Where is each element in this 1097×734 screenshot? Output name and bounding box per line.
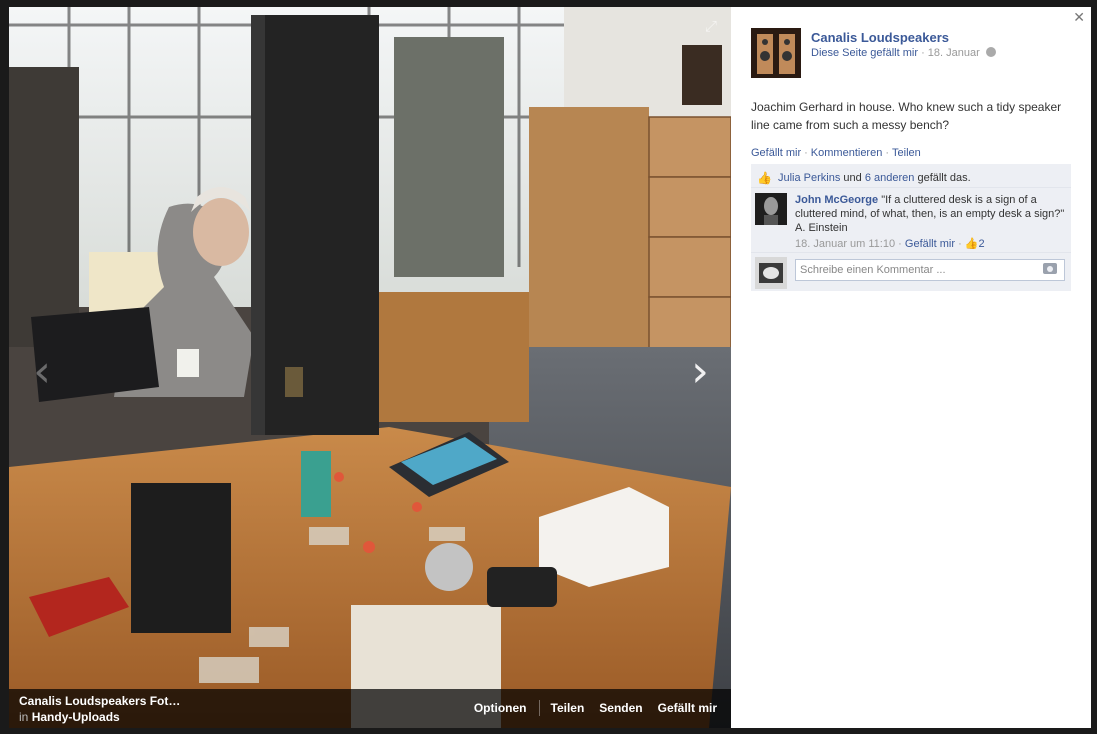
options-button[interactable]: Optionen xyxy=(474,701,527,715)
liker-link[interactable]: Julia Perkins xyxy=(778,172,840,184)
comment-composer xyxy=(751,253,1071,291)
globe-icon xyxy=(985,47,996,57)
comment-meta: 18. Januar um 11:10 · Gefällt mir · 👍2 xyxy=(795,237,1065,251)
album-link[interactable]: Handy-Uploads xyxy=(32,710,120,724)
page-name-link[interactable]: Canalis Loudspeakers xyxy=(811,30,949,45)
post-action-links: Gefällt mir · Kommentieren · Teilen xyxy=(751,147,921,159)
caption-bar: Canalis Loudspeakers Fot… in Handy-Uploa… xyxy=(9,689,731,728)
photo-owner-link[interactable]: Canalis Loudspeakers Fot… xyxy=(19,694,209,708)
caption-info: Canalis Loudspeakers Fot… in Handy-Uploa… xyxy=(19,694,209,724)
user-photo xyxy=(755,257,787,289)
action-separator: · xyxy=(885,147,890,159)
feedback-box: 👍 Julia Perkins und 6 anderen gefällt da… xyxy=(751,164,1071,291)
comment-like-link[interactable]: Gefällt mir xyxy=(905,238,955,250)
photo-viewer: ⤢ ‹ › Canalis Loudspeakers Fot… in Handy… xyxy=(9,7,1091,728)
post-text: Joachim Gerhard in house. Who knew such … xyxy=(751,100,1062,132)
close-icon[interactable]: ✕ xyxy=(1073,10,1085,26)
send-button[interactable]: Senden xyxy=(599,701,642,715)
post-like-link[interactable]: Gefällt mir xyxy=(751,147,801,159)
camera-icon[interactable] xyxy=(1043,263,1057,274)
thumbs-up-icon: 👍 xyxy=(964,238,979,250)
comment-author-link[interactable]: John McGeorge xyxy=(795,194,878,206)
comment-time[interactable]: 18. Januar um 11:10 xyxy=(795,238,895,250)
post-share-link[interactable]: Teilen xyxy=(892,147,921,159)
photo-actions: Optionen Teilen Senden Gefällt mir xyxy=(474,700,717,716)
comment-input[interactable] xyxy=(795,259,1065,281)
commenter-photo xyxy=(755,193,787,225)
meta-separator: · xyxy=(958,238,962,250)
chevron-right-icon[interactable]: › xyxy=(683,347,717,397)
post-comment-link[interactable]: Kommentieren xyxy=(811,147,883,159)
photo-stage[interactable]: ⤢ ‹ › Canalis Loudspeakers Fot… in Handy… xyxy=(9,7,731,728)
avatar xyxy=(755,257,787,289)
side-panel: ✕ Canalis Loudspeakers Diese Seite gefäl… xyxy=(731,7,1091,728)
expand-icon[interactable]: ⤢ xyxy=(703,19,719,35)
comment-item: John McGeorge "If a cluttered desk is a … xyxy=(751,188,1071,253)
comment-body: John McGeorge "If a cluttered desk is a … xyxy=(795,193,1065,251)
workshop-photo xyxy=(9,7,731,728)
action-divider xyxy=(538,700,540,716)
album-line: in Handy-Uploads xyxy=(19,710,209,724)
likes-summary: 👍 Julia Perkins und 6 anderen gefällt da… xyxy=(751,164,1071,188)
others-link[interactable]: 6 anderen xyxy=(865,172,915,184)
share-button[interactable]: Teilen xyxy=(551,701,585,715)
post-meta: Diese Seite gefällt mir · 18. Januar xyxy=(811,47,996,59)
likes-and: und xyxy=(843,172,862,184)
like-photo-button[interactable]: Gefällt mir xyxy=(658,701,717,715)
chevron-left-icon[interactable]: ‹ xyxy=(25,347,59,397)
comment-like-count[interactable]: 👍2 xyxy=(965,238,985,250)
speaker-logo xyxy=(751,28,801,78)
action-separator: · xyxy=(804,147,808,159)
page-avatar[interactable] xyxy=(751,28,801,78)
meta-separator: · xyxy=(898,238,902,250)
thumbs-up-icon: 👍 xyxy=(757,171,772,185)
post-date[interactable]: 18. Januar xyxy=(928,47,980,59)
like-page-link[interactable]: Diese Seite gefällt mir xyxy=(811,47,918,59)
album-prefix: in xyxy=(19,710,29,724)
like-count: 2 xyxy=(978,238,985,250)
avatar[interactable] xyxy=(755,193,787,225)
meta-separator: · xyxy=(921,47,925,59)
likes-suffix: gefällt das. xyxy=(917,172,971,184)
